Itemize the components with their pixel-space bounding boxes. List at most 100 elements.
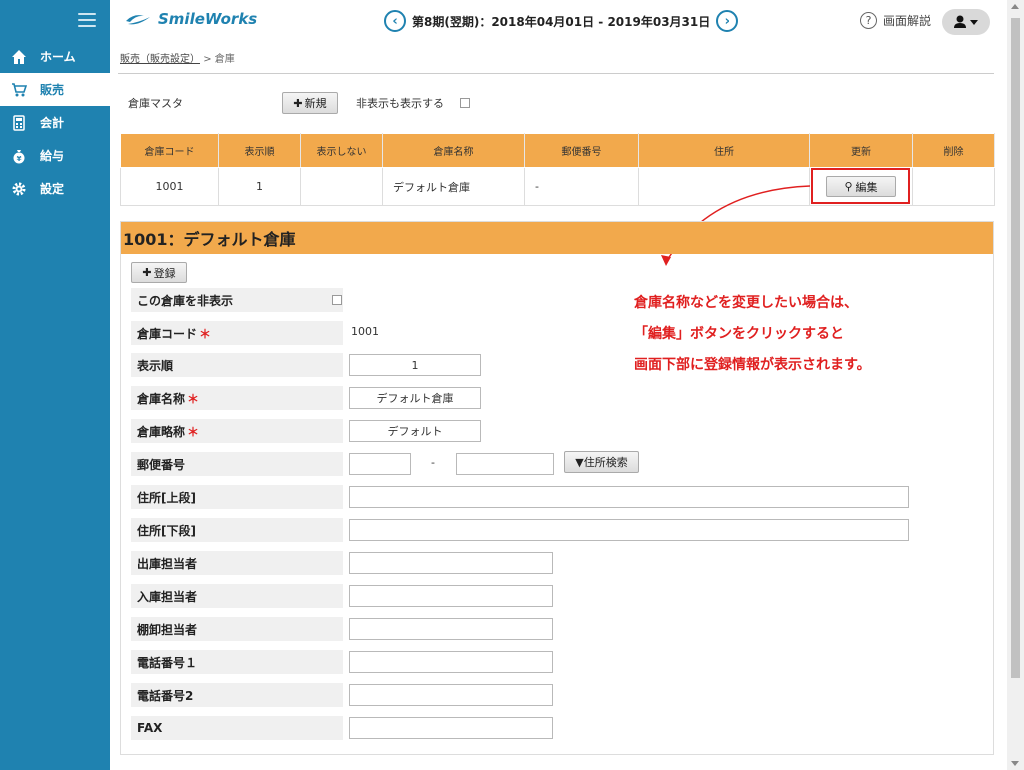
breadcrumb-parent-link[interactable]: 販売（販売設定） — [120, 54, 200, 65]
show-hidden-option: 非表示も表示する — [356, 95, 470, 111]
fax-input[interactable] — [349, 717, 553, 739]
out-person-input[interactable] — [349, 552, 553, 574]
sidebar-item-label: 販売 — [40, 83, 65, 97]
cart-icon — [10, 81, 28, 99]
annotation-note: 倉庫名称などを変更したい場合は、 「編集」ボタンをクリックすると 画面下部に登録… — [634, 288, 871, 381]
field-label: 電話番号2 — [131, 683, 343, 707]
logo-text: SmileWorks — [158, 10, 258, 28]
sidebar-item-settings[interactable]: 設定 — [0, 172, 110, 205]
form-row-address2: 住所[下段] — [131, 518, 343, 542]
field-label: 倉庫略称＊ — [131, 419, 343, 443]
gear-icon — [10, 180, 28, 198]
page-scrollbar[interactable] — [1007, 0, 1024, 770]
sidebar: ホーム 販売 会計 ¥ 給与 設定 — [0, 0, 110, 770]
field-label: 倉庫コード＊ — [131, 321, 343, 345]
column-header: 住所 — [638, 133, 810, 168]
form-row-fax: FAX — [131, 716, 343, 740]
hide-warehouse-checkbox[interactable] — [332, 295, 342, 305]
column-header: 更新 — [809, 133, 913, 168]
field-label: 電話番号１ — [131, 650, 343, 674]
money-bag-icon: ¥ — [10, 147, 28, 165]
form-row-address1: 住所[上段] — [131, 485, 343, 509]
column-header: 倉庫名称 — [382, 133, 525, 168]
cell-zip: - — [524, 167, 639, 206]
breadcrumb-current: 倉庫 — [214, 54, 235, 65]
new-button[interactable]: ✚ 新規 — [282, 92, 338, 114]
show-hidden-label: 非表示も表示する — [356, 97, 444, 110]
svg-text:¥: ¥ — [17, 155, 22, 163]
form-row-in-person: 入庫担当者 — [131, 584, 343, 608]
cell-code: 1001 — [120, 167, 219, 206]
sidebar-item-label: ホーム — [40, 50, 76, 64]
home-icon — [10, 48, 28, 66]
sidebar-item-label: 給与 — [40, 149, 65, 163]
hamburger-icon — [78, 13, 96, 27]
app-logo[interactable]: SmileWorks — [124, 10, 257, 28]
order-input[interactable]: 1 — [349, 354, 481, 376]
inventory-person-input[interactable] — [349, 618, 553, 640]
in-person-input[interactable] — [349, 585, 553, 607]
breadcrumb-separator: > — [203, 54, 212, 65]
master-title: 倉庫マスタ — [128, 97, 183, 110]
sidebar-item-sales[interactable]: 販売 — [0, 73, 110, 106]
zip-second-input[interactable] — [456, 453, 554, 475]
short-name-input[interactable]: デフォルト — [349, 420, 481, 442]
fiscal-period-selector: ‹ 第8期(翌期)：2018年04月01日 - 2019年03月31日 › — [384, 10, 739, 32]
register-button[interactable]: ✚ 登録 — [131, 262, 187, 283]
zip-first-input[interactable] — [349, 453, 411, 475]
question-icon: ? — [860, 12, 877, 29]
help-label: 画面解説 — [883, 14, 932, 28]
field-label: 出庫担当者 — [131, 551, 343, 575]
annotation-line: 画面下部に登録情報が表示されます。 — [634, 357, 871, 373]
user-menu-button[interactable] — [942, 9, 990, 35]
sidebar-item-label: 設定 — [40, 182, 65, 196]
detail-title: 1001：デフォルト倉庫 — [121, 222, 993, 254]
sidebar-item-accounting[interactable]: 会計 — [0, 106, 110, 139]
column-header: 郵便番号 — [524, 133, 639, 168]
field-label: 棚卸担当者 — [131, 617, 343, 641]
plus-icon: ✚ — [142, 266, 152, 279]
sidebar-item-home[interactable]: ホーム — [0, 40, 110, 73]
address2-input[interactable] — [349, 519, 909, 541]
address-search-button[interactable]: ▼住所検索 — [564, 451, 639, 473]
code-value: 1001 — [351, 325, 379, 338]
fiscal-period-text: 第8期(翌期)：2018年04月01日 - 2019年03月31日 — [412, 14, 711, 29]
cell-name: デフォルト倉庫 — [382, 167, 525, 206]
zip-dash: - — [431, 456, 435, 469]
scroll-down-icon[interactable] — [1011, 761, 1019, 766]
name-input[interactable]: デフォルト倉庫 — [349, 387, 481, 409]
field-label: 郵便番号 — [131, 452, 343, 476]
column-header: 倉庫コード — [120, 133, 219, 168]
form-row-inventory-person: 棚卸担当者 — [131, 617, 343, 641]
sidebar-item-payroll[interactable]: ¥ 給与 — [0, 139, 110, 172]
new-button-label: 新規 — [304, 97, 327, 110]
field-label: 倉庫名称＊ — [131, 386, 343, 410]
address1-input[interactable] — [349, 486, 909, 508]
edit-highlight-box — [811, 168, 910, 204]
logo-swoosh-icon — [126, 15, 150, 25]
form-row-out-person: 出庫担当者 — [131, 551, 343, 575]
chevron-left-icon[interactable]: ‹ — [384, 10, 406, 32]
cell-order: 1 — [218, 167, 301, 206]
annotation-line: 「編集」ボタンをクリックすると — [634, 326, 844, 342]
phone1-input[interactable] — [349, 651, 553, 673]
show-hidden-checkbox[interactable] — [460, 98, 470, 108]
scroll-up-icon[interactable] — [1011, 4, 1019, 9]
form-row-code: 倉庫コード＊ — [131, 321, 343, 345]
sidebar-item-label: 会計 — [40, 116, 65, 130]
form-row-order: 表示順 — [131, 353, 343, 377]
cell-hidden — [300, 167, 383, 206]
phone2-input[interactable] — [349, 684, 553, 706]
chevron-right-icon[interactable]: › — [716, 10, 739, 32]
breadcrumb: 販売（販売設定） > 倉庫 — [120, 50, 235, 65]
table-header-row: 倉庫コード 表示順 表示しない 倉庫名称 郵便番号 住所 更新 削除 — [120, 133, 995, 168]
help-link[interactable]: ? 画面解説 — [860, 12, 931, 29]
scroll-thumb[interactable] — [1011, 18, 1020, 678]
top-header: SmileWorks ‹ 第8期(翌期)：2018年04月01日 - 2019年… — [110, 0, 1024, 44]
form-row-zip: 郵便番号 — [131, 452, 343, 476]
field-label: この倉庫を非表示 — [131, 288, 343, 312]
menu-toggle-button[interactable] — [0, 0, 110, 40]
field-label: 表示順 — [131, 353, 343, 377]
field-label: 住所[下段] — [131, 518, 343, 542]
form-row-phone1: 電話番号１ — [131, 650, 343, 674]
